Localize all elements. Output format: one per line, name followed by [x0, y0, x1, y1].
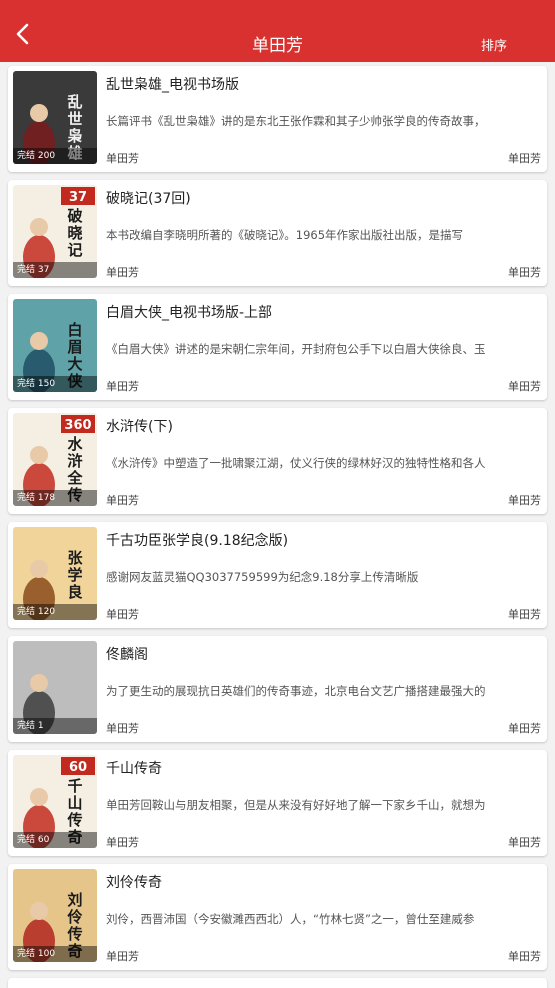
- album-author: 单田芳: [106, 836, 139, 849]
- completion-status-badge: 完结 120: [13, 604, 97, 620]
- album-anchor: 单田芳: [508, 380, 541, 393]
- album-cover: 刘伶传奇完结 100: [13, 869, 97, 962]
- completion-status-badge: 完结 1: [13, 718, 97, 734]
- svg-text:记: 记: [67, 241, 82, 259]
- svg-text:全: 全: [66, 469, 83, 487]
- cover-episode-badge: 360: [64, 418, 91, 433]
- album-author: 单田芳: [106, 950, 139, 963]
- album-author: 单田芳: [106, 722, 139, 735]
- album-list-item[interactable]: 张学良完结 120 千古功臣张学良(9.18纪念版) 感谢网友蓝灵猫QQ303775…: [8, 522, 547, 628]
- album-anchor: 单田芳: [508, 950, 541, 963]
- list-item-partial[interactable]: [8, 978, 547, 988]
- sort-button[interactable]: 排序: [481, 35, 507, 54]
- completion-status-badge: 完结 100: [13, 946, 97, 962]
- album-title: 千山传奇: [106, 761, 162, 777]
- album-anchor: 单田芳: [508, 836, 541, 849]
- album-title: 佟麟阁: [106, 647, 148, 663]
- album-title: 乱世枭雄_电视书场版: [106, 77, 239, 93]
- album-list: 乱世枭雄完结 200 乱世枭雄_电视书场版长篇评书《乱世枭雄》讲的是东北王张作霖和…: [8, 66, 547, 978]
- album-author: 单田芳: [106, 494, 139, 507]
- svg-text:破: 破: [67, 207, 82, 225]
- svg-text:伶: 伶: [66, 908, 82, 926]
- album-anchor: 单田芳: [508, 722, 541, 735]
- album-cover: 白眉大侠完结 150: [13, 299, 97, 392]
- album-description: 《白眉大侠》讲述的是宋朝仁宗年间，开封府包公手下以白眉大侠徐良、玉: [106, 342, 486, 356]
- album-description: 感谢网友蓝灵猫QQ3037759599为纪念9.18分享上传清晰版: [106, 570, 419, 584]
- album-list-item[interactable]: 白眉大侠完结 150 白眉大侠_电视书场版-上部《白眉大侠》讲述的是宋朝仁宗年间，…: [8, 294, 547, 400]
- svg-text:乱: 乱: [67, 93, 82, 111]
- album-cover: 360 水浒全传完结 178: [13, 413, 97, 506]
- svg-text:水: 水: [67, 435, 83, 453]
- album-cover: 60 千山传奇完结 60: [13, 755, 97, 848]
- app-header: 单田芳 排序: [0, 0, 555, 62]
- svg-text:浒: 浒: [67, 452, 82, 470]
- page-title: 单田芳: [252, 35, 303, 56]
- album-title: 千古功臣张学良(9.18纪念版): [106, 533, 289, 549]
- svg-text:眉: 眉: [67, 338, 82, 356]
- svg-text:世: 世: [67, 110, 82, 128]
- svg-text:白: 白: [67, 321, 82, 339]
- album-author: 单田芳: [106, 152, 139, 165]
- back-button[interactable]: [10, 22, 34, 46]
- album-description: 刘伶，西晋沛国（今安徽濉西西北）人，“竹林七贤”之一，曾仕至建威参: [106, 912, 475, 926]
- svg-text:枭: 枭: [66, 127, 82, 145]
- cover-episode-badge: 60: [69, 760, 87, 775]
- album-anchor: 单田芳: [508, 494, 541, 507]
- svg-text:张: 张: [67, 549, 83, 567]
- svg-text:千: 千: [67, 777, 82, 795]
- svg-text:山: 山: [67, 794, 82, 812]
- album-title: 白眉大侠_电视书场版-上部: [106, 305, 273, 321]
- album-title: 水浒传(下): [106, 419, 173, 435]
- album-cover: 37 破晓记完结 37: [13, 185, 97, 278]
- album-list-item[interactable]: 37 破晓记完结 37 破晓记(37回) 本书改编自李晓明所著的《破晓记》。1965年…: [8, 180, 547, 286]
- album-description: 长篇评书《乱世枭雄》讲的是东北王张作霖和其子少帅张学良的传奇故事，: [106, 114, 486, 128]
- svg-text:传: 传: [66, 925, 82, 943]
- album-description: 《水浒传》中塑造了一批啸聚江湖，仗义行侠的绿林好汉的独特性格和各人: [106, 456, 486, 470]
- completion-status-badge: 完结 178: [13, 490, 97, 506]
- album-cover: 张学良完结 120: [13, 527, 97, 620]
- album-title: 破晓记(37回): [106, 191, 191, 207]
- album-anchor: 单田芳: [508, 608, 541, 621]
- album-anchor: 单田芳: [508, 266, 541, 279]
- cover-episode-badge: 37: [69, 190, 87, 205]
- chevron-left-icon: [16, 23, 29, 45]
- album-title: 刘伶传奇: [106, 875, 162, 891]
- album-cover: 乱世枭雄完结 200: [13, 71, 97, 164]
- album-author: 单田芳: [106, 266, 139, 279]
- album-author: 单田芳: [106, 608, 139, 621]
- album-description: 单田芳回鞍山与朋友相聚，但是从来没有好好地了解一下家乡千山，就想为: [106, 798, 486, 812]
- album-list-item[interactable]: 完结 1 佟麟阁为了更生动的展现抗日英雄们的传奇事迹，北京电台文艺广播搭建最强大的…: [8, 636, 547, 742]
- svg-text:晓: 晓: [67, 224, 82, 242]
- album-description: 为了更生动的展现抗日英雄们的传奇事迹，北京电台文艺广播搭建最强大的: [106, 684, 486, 698]
- completion-status-badge: 完结 150: [13, 376, 97, 392]
- svg-text:刘: 刘: [67, 891, 82, 909]
- album-list-item[interactable]: 360 水浒全传完结 178 水浒传(下) 《水浒传》中塑造了一批啸聚江湖，仗义行侠的…: [8, 408, 547, 514]
- album-list-item[interactable]: 60 千山传奇完结 60 千山传奇 单田芳回鞍山与朋友相聚，但是从来没有好好地了解一下…: [8, 750, 547, 856]
- album-author: 单田芳: [106, 380, 139, 393]
- svg-text:传: 传: [66, 811, 82, 829]
- completion-status-badge: 完结 60: [13, 832, 97, 848]
- completion-status-badge: 完结 37: [13, 262, 97, 278]
- album-description: 本书改编自李晓明所著的《破晓记》。1965年作家出版社出版，是描写: [106, 228, 464, 242]
- completion-status-badge: 完结 200: [13, 148, 97, 164]
- album-cover: 完结 1: [13, 641, 97, 734]
- svg-text:学: 学: [67, 566, 82, 584]
- album-anchor: 单田芳: [508, 152, 541, 165]
- album-list-item[interactable]: 乱世枭雄完结 200 乱世枭雄_电视书场版长篇评书《乱世枭雄》讲的是东北王张作霖和…: [8, 66, 547, 172]
- svg-text:大: 大: [67, 355, 82, 373]
- svg-text:良: 良: [67, 583, 82, 601]
- album-list-item[interactable]: 刘伶传奇完结 100 刘伶传奇刘伶，西晋沛国（今安徽濉西西北）人，“竹林七贤”之一…: [8, 864, 547, 970]
